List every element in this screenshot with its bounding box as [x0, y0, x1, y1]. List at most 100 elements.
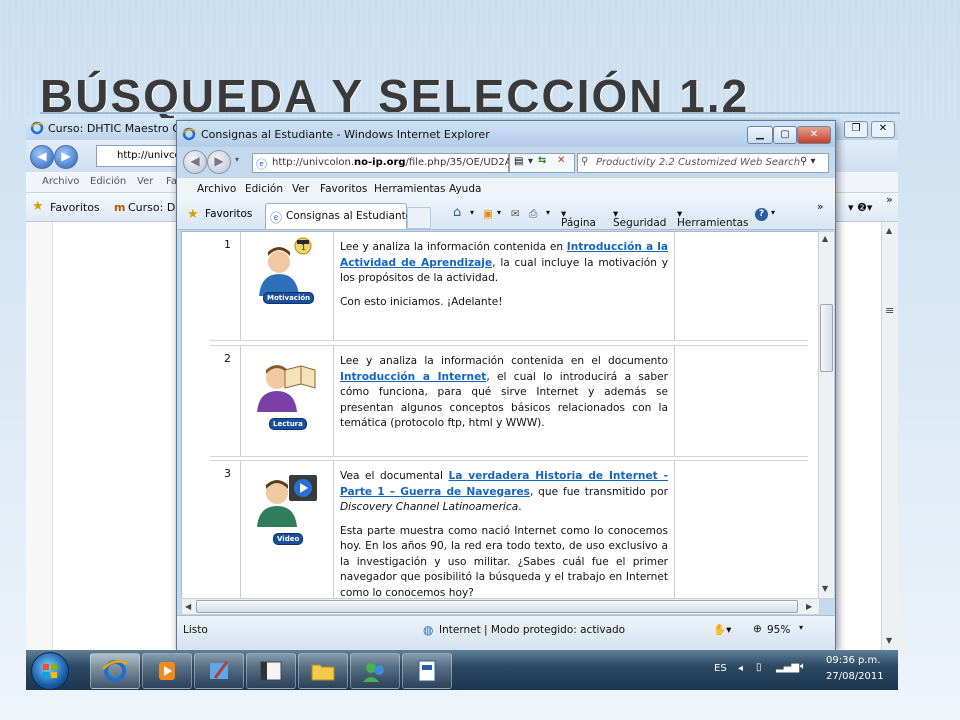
- bg-back-icon[interactable]: ◀: [30, 145, 54, 169]
- zoom-level[interactable]: 95%: [767, 624, 790, 636]
- hscroll-thumb[interactable]: [196, 600, 798, 613]
- row-number: 2: [224, 352, 231, 365]
- network-icon[interactable]: ▂▄▆: [776, 662, 799, 673]
- page-icon: ⓔ: [256, 158, 267, 171]
- svg-text:1: 1: [301, 243, 306, 252]
- taskbar-ie-button[interactable]: [90, 653, 140, 689]
- scroll-left-icon[interactable]: ◀: [185, 602, 191, 611]
- bg-menu-archivo[interactable]: Archivo: [42, 176, 79, 187]
- menu-herramientas[interactable]: Herramientas: [374, 183, 446, 195]
- menu-edicion[interactable]: Edición: [245, 183, 283, 195]
- tab-consignas[interactable]: ⓔ Consignas al Estudiante: [265, 203, 412, 229]
- bg-menu-edicion[interactable]: Edición: [90, 176, 126, 187]
- taskbar-document-button[interactable]: [402, 653, 452, 689]
- menu-favoritos[interactable]: Favoritos: [320, 183, 367, 195]
- window-title: Consignas al Estudiante - Windows Intern…: [201, 128, 490, 141]
- bg-forward-icon[interactable]: ▶: [54, 145, 78, 169]
- battery-icon[interactable]: ▯: [756, 662, 762, 673]
- person-video-icon: [257, 475, 317, 527]
- bg-scroll-grip-icon[interactable]: ≡: [885, 304, 894, 317]
- messenger-icon: [363, 663, 384, 682]
- address-actions: ▤ ▾ ⇆ ✕: [509, 153, 575, 173]
- link-introduccion-internet[interactable]: Introducción a Internet: [340, 371, 486, 383]
- scroll-thumb[interactable]: [820, 304, 833, 372]
- mail-icon[interactable]: ✉: [511, 208, 520, 220]
- bg-scroll-down-icon[interactable]: ▼: [886, 636, 892, 645]
- page-content: 1 1 Motivación Lee y analiza la informac…: [181, 231, 820, 599]
- volume-icon[interactable]: 🔈︎: [800, 661, 806, 672]
- screenshot: Curso: DHTIC Maestro Osba ❐ ✕ ◀ ▶ http:/…: [26, 118, 898, 690]
- bg-overflow-icon[interactable]: »: [886, 193, 893, 206]
- security-zone: Internet | Modo protegido: activado: [439, 624, 626, 636]
- tray-expand-icon[interactable]: ◂: [738, 663, 743, 674]
- refresh-icon[interactable]: ⇆: [538, 155, 546, 166]
- scroll-down-icon[interactable]: ▼: [822, 584, 828, 593]
- zoom-icon[interactable]: ⊕: [753, 623, 762, 635]
- menu-ver[interactable]: Ver: [292, 183, 309, 195]
- row-description: Vea el documental La verdadera Historia …: [334, 461, 675, 598]
- back-icon[interactable]: ◀: [183, 150, 207, 174]
- print-dropdown-icon[interactable]: ▾: [546, 208, 550, 217]
- security-menu[interactable]: Seguridad ▾: [613, 208, 666, 229]
- tab-label: Consignas al Estudiante: [286, 210, 413, 222]
- taskbar-paint-button[interactable]: [194, 653, 244, 689]
- taskbar-book-button[interactable]: [246, 653, 296, 689]
- search-icon[interactable]: ⚲ ▾: [800, 156, 816, 167]
- vertical-scrollbar[interactable]: ▲ ▼: [818, 231, 835, 599]
- print-icon[interactable]: ⎙: [529, 208, 537, 221]
- feeds-dropdown-icon[interactable]: ▾: [497, 208, 501, 217]
- maximize-button[interactable]: ▢: [773, 126, 797, 144]
- menu-bar: Archivo Edición Ver Favoritos Herramient…: [177, 177, 835, 200]
- zoom-dropdown-icon[interactable]: ▾: [799, 623, 803, 632]
- badge-motivacion: Motivación: [263, 292, 315, 304]
- bg-toolbar-chevron-icon[interactable]: ▾ ❷▾: [848, 201, 872, 214]
- language-indicator[interactable]: ES: [714, 663, 727, 674]
- favorites-button[interactable]: Favoritos: [205, 208, 252, 220]
- bg-restore-button[interactable]: ❐: [844, 121, 868, 138]
- minimize-button[interactable]: ▁: [747, 126, 773, 144]
- bg-close-button[interactable]: ✕: [871, 121, 895, 138]
- new-tab-button[interactable]: [407, 207, 431, 229]
- dropdown-arrow-icon[interactable]: ▾: [528, 156, 533, 167]
- bg-vertical-scrollbar[interactable]: ▲ ≡ ▼: [881, 222, 898, 650]
- menu-archivo[interactable]: Archivo: [197, 183, 236, 195]
- row-number: 3: [224, 467, 231, 480]
- scroll-up-icon[interactable]: ▲: [822, 234, 828, 243]
- taskbar-explorer-button[interactable]: [298, 653, 348, 689]
- ie-logo-icon: [182, 127, 196, 141]
- search-box[interactable]: ⚲ Productivity 2.2 Customized Web Search…: [577, 153, 829, 173]
- home-icon[interactable]: ⌂: [453, 205, 461, 220]
- clock-time[interactable]: 09:36 p.m.: [826, 655, 880, 666]
- url-input[interactable]: ⓔ http://univcolon.no-ip.org/file.php/35…: [252, 153, 512, 173]
- page-menu[interactable]: Página ▾: [561, 208, 596, 229]
- scroll-right-icon[interactable]: ▶: [806, 602, 812, 611]
- stop-icon[interactable]: ✕: [557, 155, 565, 166]
- bg-favorites-button[interactable]: Favoritos: [50, 201, 100, 214]
- document-icon: [418, 660, 436, 682]
- taskbar-media-button[interactable]: [142, 653, 192, 689]
- slide-title: BÚSQUEDA Y SELECCIÓN 1.2: [40, 70, 750, 122]
- feeds-icon[interactable]: ▣: [483, 208, 493, 220]
- bg-menu-ver[interactable]: Ver: [137, 176, 153, 187]
- tab-bar: ★ Favoritos ⓔ Consignas al Estudiante ⌂ …: [177, 199, 835, 230]
- home-dropdown-icon[interactable]: ▾: [470, 208, 474, 217]
- toolbar-overflow-icon[interactable]: »: [817, 201, 823, 213]
- bg-scroll-up-icon[interactable]: ▲: [886, 226, 892, 235]
- compatibility-icon[interactable]: ▤: [514, 156, 523, 167]
- forward-icon[interactable]: ▶: [207, 150, 231, 174]
- help-icon[interactable]: ?: [755, 208, 768, 221]
- start-button[interactable]: [31, 652, 69, 690]
- taskbar-messenger-button[interactable]: [350, 653, 400, 689]
- close-button[interactable]: ✕: [797, 126, 831, 144]
- globe-icon: ◍: [423, 623, 434, 637]
- recent-pages-icon[interactable]: ▾: [235, 155, 239, 164]
- protected-mode-icon[interactable]: ✋▾: [713, 623, 731, 636]
- help-dropdown-icon[interactable]: ▾: [771, 208, 775, 217]
- search-placeholder: Productivity 2.2 Customized Web Search: [596, 157, 801, 168]
- status-bar: Listo ◍ Internet | Modo protegido: activ…: [177, 615, 835, 650]
- tools-menu[interactable]: Herramientas ▾: [677, 208, 749, 229]
- clock-date[interactable]: 27/08/2011: [826, 671, 884, 682]
- horizontal-scrollbar[interactable]: ◀ ▶: [181, 598, 820, 615]
- menu-ayuda[interactable]: Ayuda: [449, 183, 481, 195]
- badge-video: Video: [273, 533, 304, 545]
